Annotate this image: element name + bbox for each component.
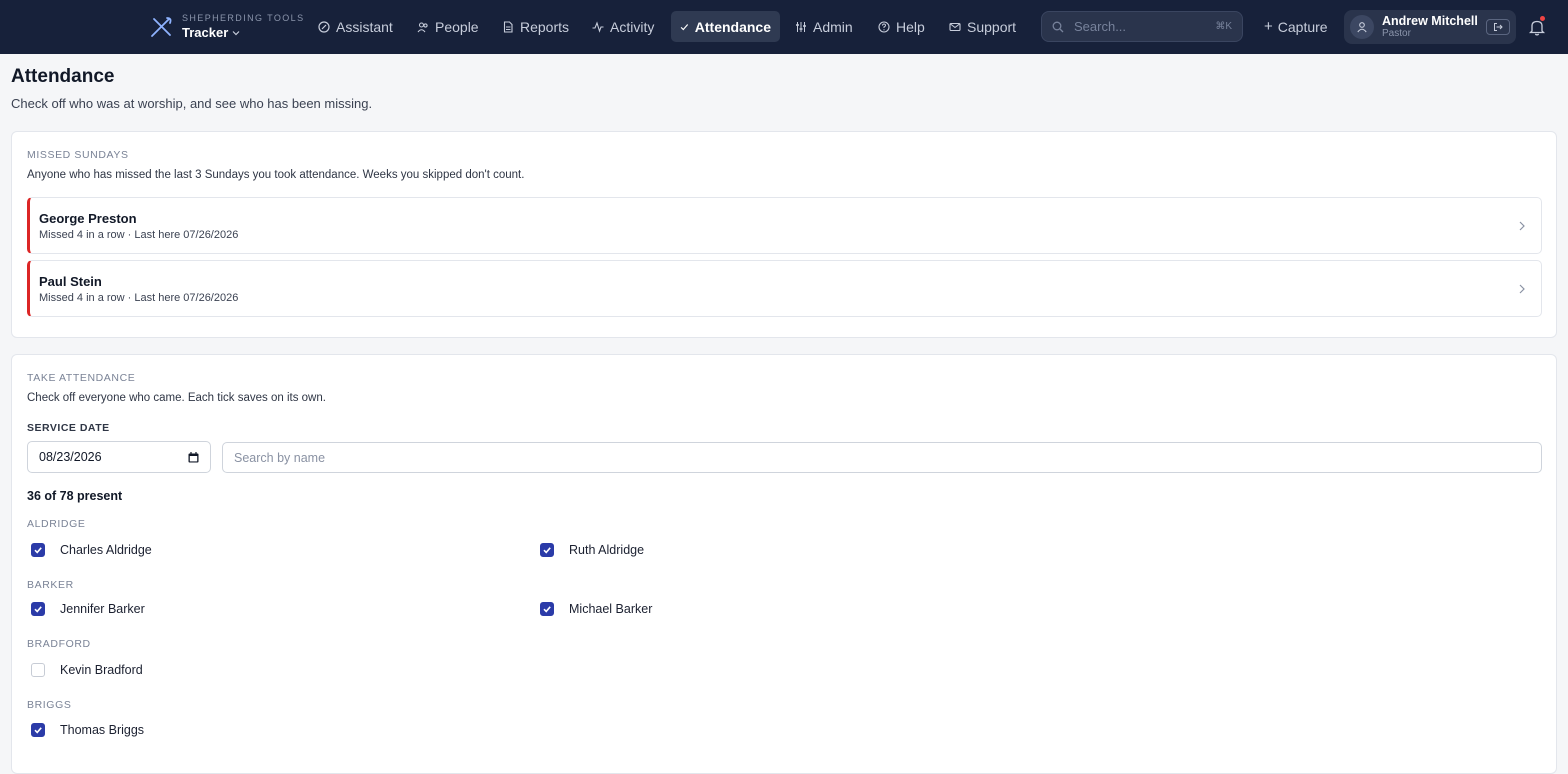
logout-icon [1494, 23, 1503, 31]
assistant-icon [318, 20, 330, 33]
family-label-briggs: BRIGGS [27, 699, 72, 711]
present-count: 36 of 78 present [27, 489, 123, 503]
nav-help-label: Help [896, 18, 925, 35]
page-subtitle: Check off who was at worship, and see wh… [11, 96, 373, 111]
attendance-checkbox[interactable] [31, 663, 45, 677]
nav-reports[interactable]: Reports [493, 11, 578, 42]
help-icon [878, 20, 890, 33]
nav-activity[interactable]: Activity [583, 11, 663, 42]
family-label-aldridge: ALDRIDGE [27, 518, 86, 530]
attendee-name: Kevin Bradford [60, 663, 143, 677]
attendee-michael-barker[interactable]: Michael Barker [540, 601, 652, 617]
checkmark-icon [543, 547, 551, 554]
sliders-icon [796, 21, 806, 32]
page-title: Attendance [11, 66, 115, 87]
service-date-input[interactable]: 08/23/2026 [27, 441, 211, 473]
family-label-barker: BARKER [27, 579, 74, 591]
checkmark-icon [34, 547, 42, 554]
capture-button[interactable]: + Capture [1258, 11, 1334, 42]
nav-attendance-label: Attendance [694, 18, 771, 35]
missed-person-row[interactable]: Paul Stein Missed 4 in a row · Last here… [27, 260, 1542, 317]
attendee-jennifer-barker[interactable]: Jennifer Barker [31, 601, 145, 617]
nav-people-label: People [435, 18, 479, 35]
take-attendance-label: TAKE ATTENDANCE [27, 372, 136, 384]
attendee-name: Charles Aldridge [60, 543, 152, 557]
reports-icon [503, 20, 513, 33]
missed-person-name: Paul Stein [39, 274, 102, 289]
nav-help[interactable]: Help [869, 11, 934, 42]
nav-attendance[interactable]: Attendance [671, 11, 780, 42]
user-menu[interactable]: Andrew Mitchell Pastor [1344, 10, 1516, 44]
brand-switcher[interactable]: SHEPHERDING TOOLS Tracker [148, 12, 305, 42]
search-icon [1052, 21, 1064, 32]
attendance-checkbox[interactable] [540, 602, 554, 616]
service-date-label: SERVICE DATE [27, 422, 110, 434]
checkmark-icon [34, 606, 42, 613]
people-icon [417, 21, 428, 32]
attendee-name: Michael Barker [569, 602, 653, 616]
missed-sundays-description: Anyone who has missed the last 3 Sundays… [27, 169, 525, 181]
attendance-checkbox[interactable] [540, 543, 554, 557]
brand-name-label: Tracker [182, 25, 229, 40]
attendee-name: Thomas Briggs [60, 723, 145, 737]
nav-support-label: Support [967, 18, 1017, 35]
plus-icon: + [1264, 18, 1273, 35]
attendee-name: Jennifer Barker [60, 602, 145, 616]
family-label-bradford: BRADFORD [27, 638, 91, 650]
checkmark-icon [543, 606, 551, 613]
brand-text: SHEPHERDING TOOLS Tracker [182, 13, 305, 41]
attendee-thomas-briggs[interactable]: Thomas Briggs [31, 722, 144, 738]
name-search-input[interactable] [222, 442, 1542, 473]
attendee-name: Ruth Aldridge [569, 543, 645, 557]
user-name: Andrew Mitchell [1382, 14, 1478, 28]
missed-person-detail: Missed 4 in a row · Last here 07/26/2026 [39, 292, 239, 304]
user-info: Andrew Mitchell Pastor [1382, 14, 1486, 40]
nav-support[interactable]: Support [940, 11, 1025, 42]
service-date-value: 08/23/2026 [39, 450, 102, 464]
attendance-checkbox[interactable] [31, 602, 45, 616]
nav-assistant-label: Assistant [336, 18, 393, 35]
crossed-staffs-logo-icon [151, 17, 172, 37]
attendance-checkbox[interactable] [31, 543, 45, 557]
chevron-right-icon [1519, 284, 1525, 294]
attendee-charles-aldridge[interactable]: Charles Aldridge [31, 542, 152, 558]
missed-person-row[interactable]: George Preston Missed 4 in a row · Last … [27, 197, 1542, 254]
top-navigation-bar: SHEPHERDING TOOLS Tracker Assistant Peop… [0, 0, 1568, 54]
take-attendance-description: Check off everyone who came. Each tick s… [27, 392, 326, 404]
nav-activity-label: Activity [610, 18, 655, 35]
checkmark-icon [34, 727, 42, 734]
global-search-placeholder: Search... [1074, 19, 1127, 34]
activity-icon [592, 20, 604, 33]
missed-person-name: George Preston [39, 211, 137, 226]
brand-tagline: SHEPHERDING TOOLS [182, 13, 305, 23]
mail-icon [949, 22, 961, 31]
nav-admin[interactable]: Admin [786, 11, 862, 42]
global-search-input[interactable]: Search... ⌘K [1041, 11, 1243, 42]
missed-sundays-label: MISSED SUNDAYS [27, 149, 129, 161]
check-icon [680, 23, 689, 30]
missed-person-detail: Missed 4 in a row · Last here 07/26/2026 [39, 229, 239, 241]
nav-admin-label: Admin [813, 18, 853, 35]
nav-reports-label: Reports [520, 18, 570, 35]
notification-dot [1540, 16, 1545, 21]
attendance-checkbox[interactable] [31, 723, 45, 737]
avatar [1350, 15, 1374, 39]
capture-button-label: Capture [1277, 18, 1328, 35]
nav-assistant[interactable]: Assistant [309, 11, 402, 42]
chevron-right-icon [1519, 221, 1525, 231]
attendee-kevin-bradford[interactable]: Kevin Bradford [31, 662, 143, 678]
user-role: Pastor [1382, 28, 1411, 39]
calendar-icon[interactable] [188, 451, 199, 463]
take-attendance-card: TAKE ATTENDANCE Check off everyone who c… [11, 354, 1557, 774]
search-shortcut-hint: ⌘K [1215, 21, 1232, 32]
user-icon [1357, 22, 1367, 33]
chevron-down-icon [232, 30, 240, 35]
brand-name: Tracker [182, 24, 305, 41]
missed-sundays-card: MISSED SUNDAYS Anyone who has missed the… [11, 131, 1557, 338]
nav-people[interactable]: People [408, 11, 488, 42]
attendee-ruth-aldridge[interactable]: Ruth Aldridge [540, 542, 644, 558]
logout-button[interactable] [1486, 19, 1510, 35]
